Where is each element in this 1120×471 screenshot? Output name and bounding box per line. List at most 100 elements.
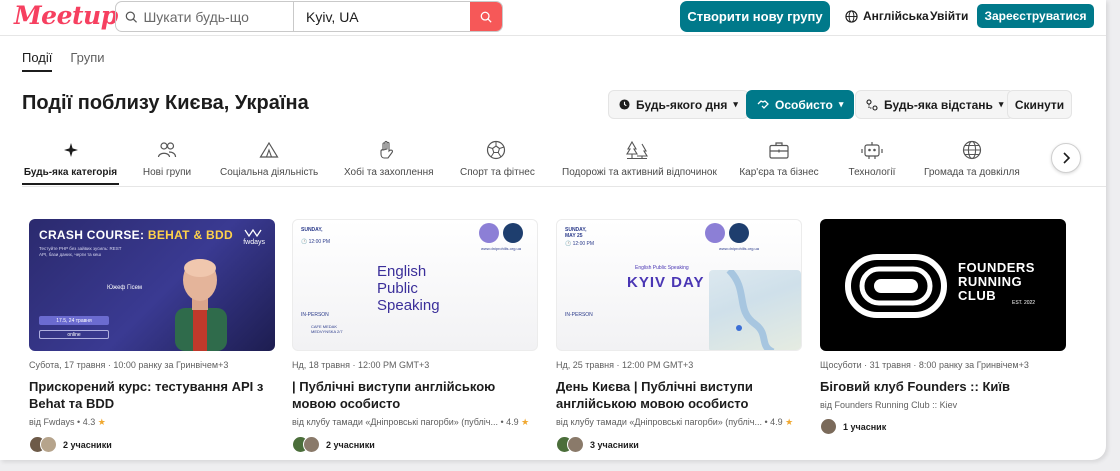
distance-icon — [866, 98, 878, 111]
fwdays-logo: fwdays — [243, 228, 265, 246]
search-button[interactable] — [470, 2, 502, 31]
attendee-count: 1 учасник — [843, 421, 887, 432]
category-travel[interactable]: Подорожі та активний відпочинок — [562, 138, 717, 178]
host-name: від Founders Running Club :: Kiev — [820, 400, 958, 410]
thumb-time: 🕛 12:00 PM — [565, 241, 595, 247]
attendees: 1 учасник — [820, 418, 1066, 435]
category-label: Будь-яка категорія — [23, 167, 118, 178]
globe-icon — [962, 140, 981, 160]
event-title[interactable]: Біговий клуб Founders :: Київ — [820, 378, 1066, 395]
headline-line: Public — [377, 280, 418, 297]
avatar — [820, 418, 837, 435]
category-bar: Будь-яка категорія Нові групи Соціальна … — [22, 138, 1082, 186]
thumb-headline: KYIV DAY — [627, 274, 705, 291]
category-social[interactable]: Соціальна діяльність — [220, 138, 318, 178]
create-group-button[interactable]: Створити нову групу — [680, 1, 830, 32]
headline-line: FOUNDERS — [958, 260, 1035, 275]
hand-icon — [380, 140, 393, 159]
wave-icon — [244, 228, 262, 238]
dnipro-hills-logo — [479, 223, 499, 243]
category-scroll-next-button[interactable] — [1051, 143, 1081, 173]
view-tabs: Події Групи — [22, 50, 105, 72]
globe-icon — [845, 9, 858, 23]
toastmasters-logo — [729, 223, 749, 243]
host-rating: 4.3 — [82, 417, 96, 427]
time-value: 12:00 PM — [572, 241, 595, 247]
tent-icon — [259, 141, 279, 158]
location-input[interactable] — [306, 8, 470, 25]
category-label: Соціальна діяльність — [220, 167, 319, 178]
category-new-groups[interactable]: Нові групи — [132, 138, 202, 178]
thumb-headline: CRASH COURSE: BEHAT & BDD — [39, 228, 233, 242]
host-rating: 4.9 — [506, 417, 519, 427]
map-image — [709, 267, 801, 350]
clock-icon — [619, 99, 630, 110]
app-window: Meetup Створити нову групу Англійська Ув… — [0, 0, 1106, 460]
event-title[interactable]: | Публічні виступи англійською мовою осо… — [292, 378, 538, 412]
river-map — [726, 267, 775, 350]
briefcase-icon — [769, 142, 789, 159]
meetup-logo[interactable]: Meetup — [14, 1, 118, 30]
chevron-down-icon: ▾ — [838, 99, 844, 109]
type-filter-button[interactable]: Особисто ▾ — [746, 90, 855, 119]
thumb-in-person: IN-PERSON — [301, 312, 329, 318]
category-label: Хобі та захоплення — [344, 167, 434, 178]
location-field[interactable] — [294, 2, 470, 31]
avatar-stack — [292, 436, 320, 453]
event-card[interactable]: CRASH COURSE: BEHAT & BDD Тестуйте PHP б… — [29, 219, 275, 453]
chevron-down-icon: ▾ — [998, 99, 1004, 109]
date-filter-button[interactable]: Будь-якого дня ▾ — [608, 90, 749, 119]
event-card[interactable]: SUNDAY, 🕛 12:00 PM www.dniprohills.org.u… — [292, 219, 538, 453]
category-hobbies[interactable]: Хобі та захоплення — [344, 138, 434, 178]
category-tech[interactable]: Технології — [840, 138, 904, 178]
robot-icon — [861, 142, 883, 159]
keyword-field[interactable] — [116, 2, 294, 31]
event-host: від клубу тамади «Дніпровські пагорби» (… — [292, 417, 530, 427]
category-any[interactable]: Будь-яка категорія — [22, 138, 119, 178]
thumb-subtitle: Тестуйте PHP без зайвих зусиль: REST API… — [39, 246, 122, 257]
event-title[interactable]: День Києва | Публічні виступи англійсько… — [556, 378, 802, 412]
reset-filters-button[interactable]: Скинути — [1007, 90, 1072, 119]
event-thumbnail[interactable]: FOUNDERS RUNNING CLUB EST. 2022 — [820, 219, 1066, 351]
thumb-headline: English Public Speaking — [377, 263, 440, 314]
club-logos — [479, 223, 523, 243]
thumb-site: www.dniprohills.org.ua — [718, 246, 759, 251]
login-link[interactable]: Увійти — [930, 9, 968, 23]
category-career[interactable]: Кар'єра та бізнес — [737, 138, 821, 178]
sparkle-icon — [63, 143, 78, 157]
host-name: від Fwdays — [29, 417, 75, 427]
chevron-right-icon — [1062, 152, 1070, 164]
category-label: Нові групи — [142, 167, 192, 178]
register-button[interactable]: Зареєструватися — [977, 4, 1094, 28]
thumb-date: 17.5, 24 травня — [39, 316, 109, 325]
category-label: Технології — [848, 167, 896, 178]
attendees: 2 учасники — [292, 436, 538, 453]
avatar-stack — [820, 418, 837, 435]
attendee-count: 2 учасники — [63, 439, 112, 450]
category-sports[interactable]: Спорт та фітнес — [460, 138, 535, 178]
trees-icon — [626, 140, 648, 160]
people-icon — [157, 142, 177, 158]
event-thumbnail[interactable]: CRASH COURSE: BEHAT & BDD Тестуйте PHP б… — [29, 219, 275, 351]
attendee-count: 2 учасники — [326, 439, 375, 450]
tab-events[interactable]: Події — [22, 50, 53, 72]
event-card[interactable]: FOUNDERS RUNNING CLUB EST. 2022 Щосуботи… — [820, 219, 1066, 435]
attendees: 3 учасники — [556, 436, 802, 453]
star-icon: ★ — [97, 417, 106, 427]
event-thumbnail[interactable]: SUNDAY, MAY 25 🕛 12:00 PM www.dniprohills… — [556, 219, 802, 351]
event-thumbnail[interactable]: SUNDAY, 🕛 12:00 PM www.dniprohills.org.u… — [292, 219, 538, 351]
club-logos — [705, 223, 749, 243]
event-datetime: Нд, 25 травня · 12:00 PM GMT+3 — [556, 360, 694, 370]
distance-filter-button[interactable]: Будь-яка відстань ▾ — [855, 90, 1015, 119]
category-community[interactable]: Громада та довкілля — [924, 138, 1020, 178]
headline-part: BEHAT & BDD — [147, 228, 233, 242]
search-input[interactable] — [143, 8, 293, 25]
distance-filter-label: Будь-яка відстань — [884, 97, 993, 112]
tab-groups[interactable]: Групи — [70, 50, 104, 72]
speaker-photo — [175, 259, 227, 351]
star-icon: ★ — [785, 417, 794, 427]
event-title[interactable]: Прискорений курс: тестування API з Behat… — [29, 378, 275, 412]
language-selector[interactable]: Англійська — [845, 9, 929, 23]
event-host: від Fwdays • 4.3 ★ — [29, 417, 106, 427]
event-card[interactable]: SUNDAY, MAY 25 🕛 12:00 PM www.dniprohills… — [556, 219, 802, 453]
